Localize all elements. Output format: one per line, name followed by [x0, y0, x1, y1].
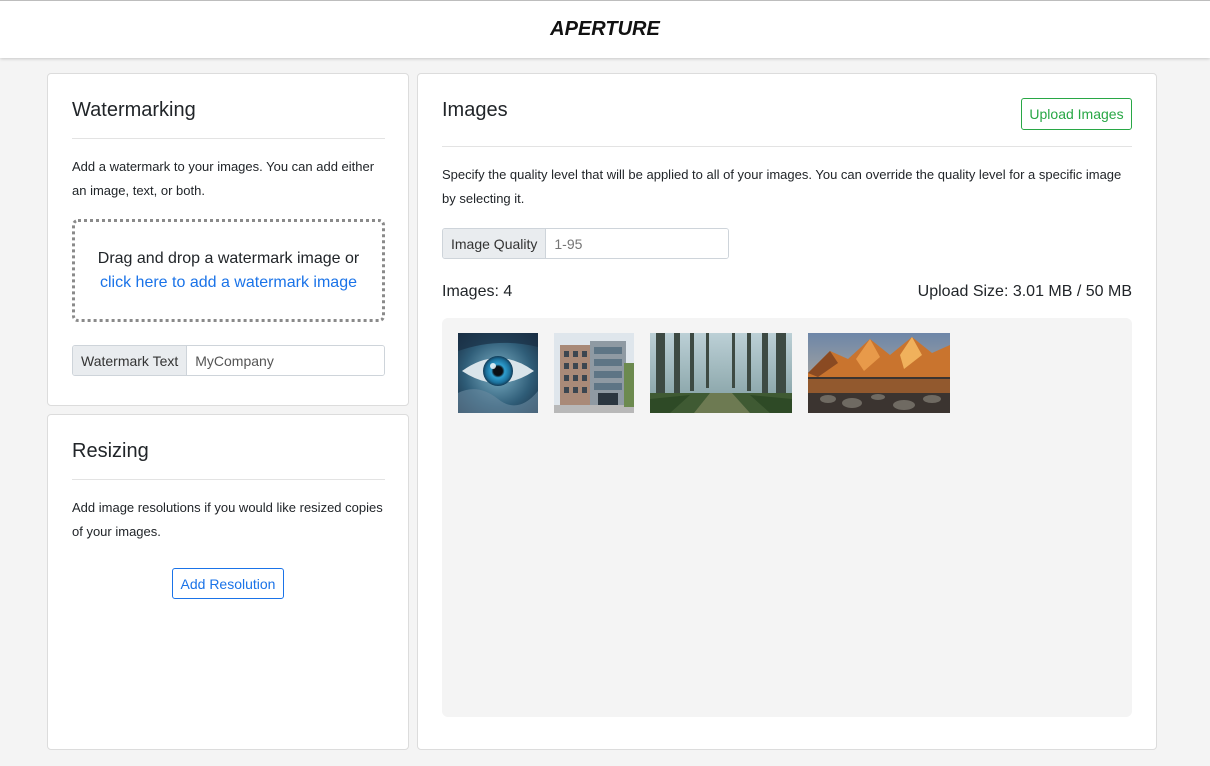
watermark-text-label: Watermark Text	[73, 346, 188, 375]
images-divider	[442, 146, 1132, 147]
resizing-divider	[72, 479, 385, 480]
upload-size: Upload Size: 3.01 MB / 50 MB	[917, 283, 1132, 300]
resizing-description: Add image resolutions if you would like …	[72, 500, 383, 539]
top-navbar: APERTURE	[0, 0, 1210, 58]
watermarking-description: Add a watermark to your images. You can …	[72, 159, 375, 198]
images-title: Images	[442, 99, 508, 121]
watermark-dropzone[interactable]: Drag and drop a watermark image or click…	[72, 219, 385, 322]
add-watermark-image-link[interactable]: click here to add a watermark image	[100, 271, 357, 295]
images-card: Images Upload Images Specify the quality…	[417, 73, 1157, 750]
app-brand[interactable]: APERTURE	[550, 18, 660, 41]
images-count: Images: 4	[442, 283, 513, 300]
thumbnail-mountain-lake-image[interactable]	[808, 333, 950, 413]
watermark-text-group: Watermark Text	[72, 345, 385, 376]
watermarking-divider	[72, 138, 385, 139]
images-description: Specify the quality level that will be a…	[442, 167, 1122, 206]
thumbnail-eye-image[interactable]	[458, 333, 538, 413]
add-resolution-button[interactable]: Add Resolution	[172, 568, 284, 599]
watermark-text-input[interactable]	[187, 346, 384, 375]
watermarking-card: Watermarking Add a watermark to your ima…	[47, 73, 409, 406]
resizing-title: Resizing	[72, 440, 149, 462]
thumbnail-forest-image[interactable]	[650, 333, 792, 413]
image-quality-label: Image Quality	[443, 229, 547, 258]
image-gallery	[442, 318, 1132, 717]
thumbnail-building-image[interactable]	[554, 333, 634, 413]
image-quality-input[interactable]	[546, 229, 728, 258]
resizing-card: Resizing Add image resolutions if you wo…	[47, 414, 409, 750]
upload-images-button[interactable]: Upload Images	[1021, 98, 1132, 130]
dropzone-text: Drag and drop a watermark image or	[97, 249, 360, 267]
watermarking-title: Watermarking	[72, 99, 196, 121]
image-quality-group: Image Quality	[442, 228, 729, 259]
